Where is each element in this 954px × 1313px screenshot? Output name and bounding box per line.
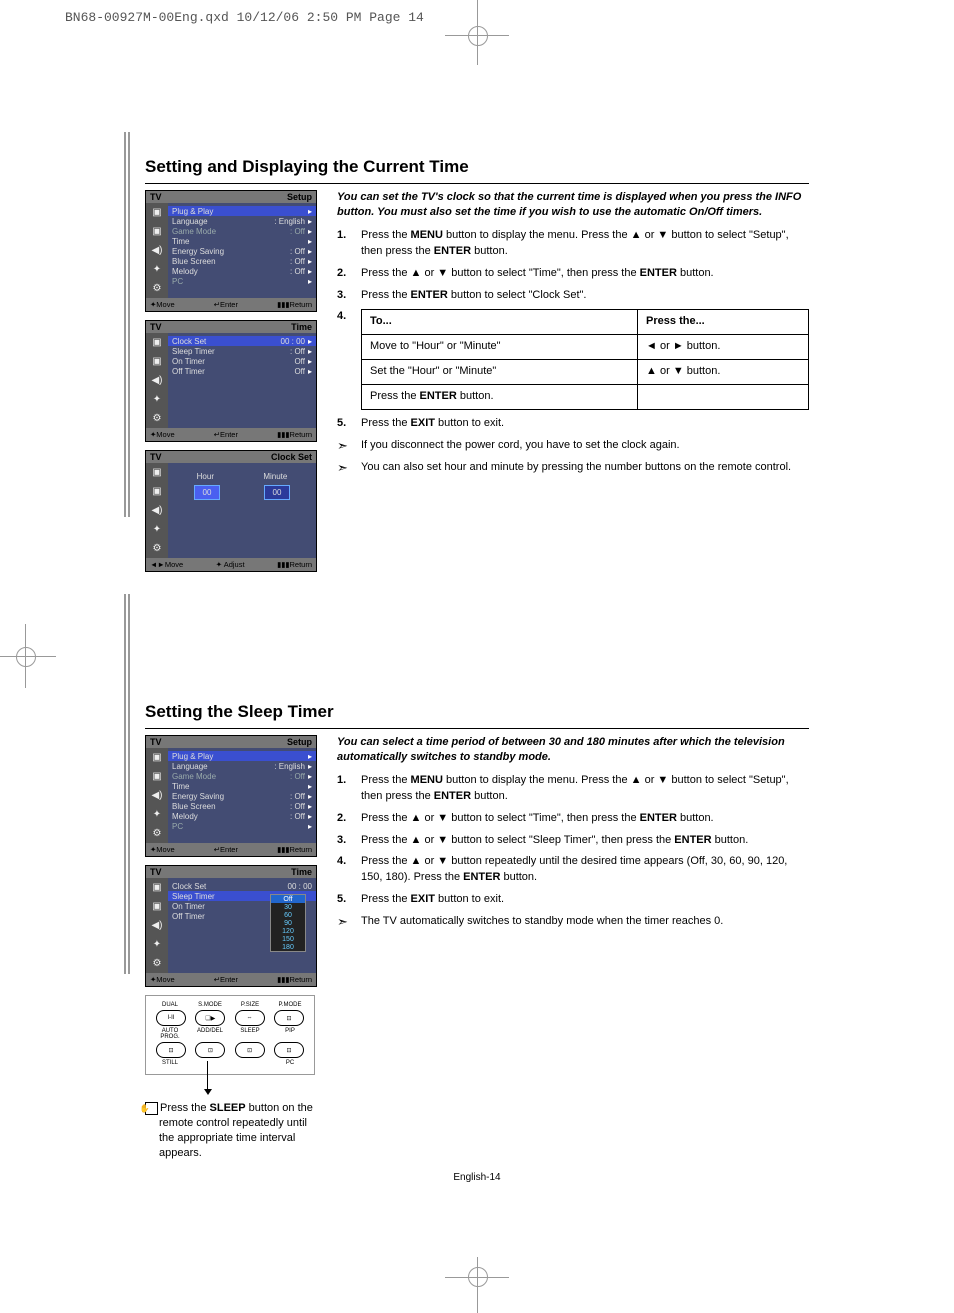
step-2: Press the ▲ or ▼ button to select "Time"…	[361, 266, 809, 282]
step-3: Press the ENTER button to select "Clock …	[361, 288, 809, 304]
section1-intro: You can set the TV's clock so that the c…	[337, 190, 809, 220]
step-4-table: To...Press the... Move to "Hour" or "Min…	[361, 309, 809, 410]
page-number: English-14	[0, 1172, 954, 1183]
sleep-timer-dropdown: Off 30 60 90 120 150 180	[270, 894, 306, 952]
section2-title: Setting the Sleep Timer	[145, 702, 809, 722]
s2-step-1: Press the MENU button to display the men…	[361, 773, 809, 805]
menu-panel-time: TVTime ▣▣◀)✦⚙ Clock Set00 : 00▸ Sleep Ti…	[145, 320, 317, 442]
s2-step-3: Press the ▲ or ▼ button to select "Sleep…	[361, 833, 809, 849]
note-2: You can also set hour and minute by pres…	[361, 460, 809, 476]
remote-icon: ✋	[145, 1102, 158, 1115]
step-5: Press the EXIT button to exit.	[361, 416, 809, 432]
note-1: If you disconnect the power cord, you ha…	[361, 438, 809, 454]
note-icon: ➣	[337, 460, 361, 476]
s2-note-1: The TV automatically switches to standby…	[361, 914, 809, 930]
menu-panel-setup: TVSetup ▣▣◀)✦⚙ Plug & Play▸ Language: En…	[145, 190, 317, 312]
step-1: Press the MENU button to display the men…	[361, 228, 809, 260]
menu-panel-setup-2: TVSetup ▣▣◀)✦⚙ Plug & Play▸ Language: En…	[145, 735, 317, 857]
menu-panel-time-2: TVTime ▣▣◀)✦⚙ Clock Set00 : 00 Sleep Tim…	[145, 865, 317, 987]
section1-title: Setting and Displaying the Current Time	[145, 157, 809, 177]
s2-step-2: Press the ▲ or ▼ button to select "Time"…	[361, 811, 809, 827]
s2-step-5: Press the EXIT button to exit.	[361, 892, 809, 908]
note-icon: ➣	[337, 914, 361, 930]
menu-panel-clockset: TVClock Set ▣▣◀)✦⚙ HourMinute 0000 ◄►Mov…	[145, 450, 317, 572]
s2-step-4: Press the ▲ or ▼ button repeatedly until…	[361, 854, 809, 886]
remote-caption: ✋Press the SLEEP button on the remote co…	[145, 1101, 325, 1160]
note-icon: ➣	[337, 438, 361, 454]
section2-intro: You can select a time period of between …	[337, 735, 809, 765]
instruction-table: To...Press the... Move to "Hour" or "Min…	[361, 309, 809, 410]
remote-diagram: DUAL S.MODE P.SIZE P.MODE I-II ❑▶ ⇔ ⊡ AU…	[145, 995, 315, 1075]
